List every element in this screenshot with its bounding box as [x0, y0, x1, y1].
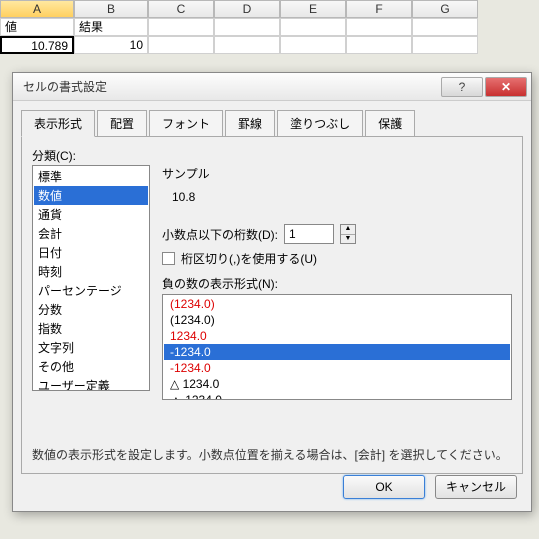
category-item[interactable]: ユーザー定義	[34, 376, 148, 391]
tab[interactable]: 表示形式	[21, 110, 95, 137]
category-item[interactable]: 時刻	[34, 262, 148, 281]
decimal-label: 小数点以下の桁数(D):	[162, 226, 278, 243]
sample-label: サンプル	[162, 165, 512, 182]
spin-down-icon[interactable]: ▼	[341, 235, 355, 244]
separator-label: 桁区切り(,)を使用する(U)	[181, 250, 317, 267]
cell[interactable]	[214, 36, 280, 54]
tab[interactable]: 罫線	[225, 110, 275, 137]
category-item[interactable]: 会計	[34, 224, 148, 243]
sample-box: 10.8	[162, 184, 512, 214]
cell[interactable]	[148, 36, 214, 54]
category-item[interactable]: パーセンテージ	[34, 281, 148, 300]
negative-list[interactable]: (1234.0)(1234.0)1234.0-1234.0-1234.0△ 12…	[162, 294, 512, 400]
column-header[interactable]: G	[412, 0, 478, 18]
ok-button[interactable]: OK	[343, 475, 425, 499]
description-text: 数値の表示形式を設定します。小数点位置を揃える場合は、[会計] を選択してくださ…	[32, 446, 512, 463]
tab-strip: 表示形式配置フォント罫線塗りつぶし保護	[21, 109, 523, 136]
cell[interactable]: 10.789	[0, 36, 74, 54]
negative-format-item[interactable]: 1234.0	[164, 328, 510, 344]
column-header[interactable]: C	[148, 0, 214, 18]
cell[interactable]	[280, 36, 346, 54]
category-item[interactable]: 指数	[34, 319, 148, 338]
category-list[interactable]: 標準数値通貨会計日付時刻パーセンテージ分数指数文字列その他ユーザー定義	[32, 165, 150, 391]
spreadsheet: ABCDEFG 値結果 10.78910	[0, 0, 539, 54]
category-item[interactable]: 日付	[34, 243, 148, 262]
decimal-input[interactable]	[284, 224, 334, 244]
category-item[interactable]: 文字列	[34, 338, 148, 357]
negative-format-item[interactable]: (1234.0)	[164, 296, 510, 312]
cell[interactable]	[346, 36, 412, 54]
decimal-spinner[interactable]: ▲▼	[340, 224, 356, 244]
category-item[interactable]: 数値	[34, 186, 148, 205]
negative-format-item[interactable]: ▲ 1234.0	[164, 392, 510, 400]
negative-label: 負の数の表示形式(N):	[162, 275, 512, 292]
cell[interactable]: 値	[0, 18, 74, 36]
tab[interactable]: 塗りつぶし	[277, 110, 363, 137]
spin-up-icon[interactable]: ▲	[341, 225, 355, 235]
close-icon: ✕	[501, 80, 511, 94]
format-cells-dialog: セルの書式設定 ? ✕ 表示形式配置フォント罫線塗りつぶし保護 分類(C): 標…	[12, 72, 532, 512]
negative-format-item[interactable]: -1234.0	[164, 360, 510, 376]
tab-panel: 分類(C): 標準数値通貨会計日付時刻パーセンテージ分数指数文字列その他ユーザー…	[21, 136, 523, 474]
negative-format-item[interactable]: △ 1234.0	[164, 376, 510, 392]
close-button[interactable]: ✕	[485, 77, 527, 97]
negative-format-item[interactable]: -1234.0	[164, 344, 510, 360]
cell[interactable]	[148, 18, 214, 36]
category-item[interactable]: 分数	[34, 300, 148, 319]
cell[interactable]	[412, 18, 478, 36]
tab[interactable]: 保護	[365, 110, 415, 137]
category-item[interactable]: 通貨	[34, 205, 148, 224]
help-button[interactable]: ?	[441, 77, 483, 97]
cell[interactable]: 結果	[74, 18, 148, 36]
cell[interactable]	[214, 18, 280, 36]
category-item[interactable]: その他	[34, 357, 148, 376]
cell[interactable]	[346, 18, 412, 36]
sample-value: 10.8	[172, 190, 502, 204]
titlebar[interactable]: セルの書式設定 ? ✕	[13, 73, 531, 101]
category-item[interactable]: 標準	[34, 167, 148, 186]
dialog-title: セルの書式設定	[23, 78, 439, 95]
cell[interactable]	[412, 36, 478, 54]
tab[interactable]: フォント	[149, 110, 223, 137]
help-icon: ?	[459, 80, 466, 94]
tab[interactable]: 配置	[97, 110, 147, 137]
column-header[interactable]: D	[214, 0, 280, 18]
negative-format-item[interactable]: (1234.0)	[164, 312, 510, 328]
column-header[interactable]: F	[346, 0, 412, 18]
cell[interactable]: 10	[74, 36, 148, 54]
separator-checkbox[interactable]	[162, 252, 175, 265]
column-header[interactable]: B	[74, 0, 148, 18]
cell[interactable]	[280, 18, 346, 36]
column-header[interactable]: E	[280, 0, 346, 18]
column-header[interactable]: A	[0, 0, 74, 18]
cancel-button[interactable]: キャンセル	[435, 475, 517, 499]
category-label: 分類(C):	[32, 147, 512, 164]
